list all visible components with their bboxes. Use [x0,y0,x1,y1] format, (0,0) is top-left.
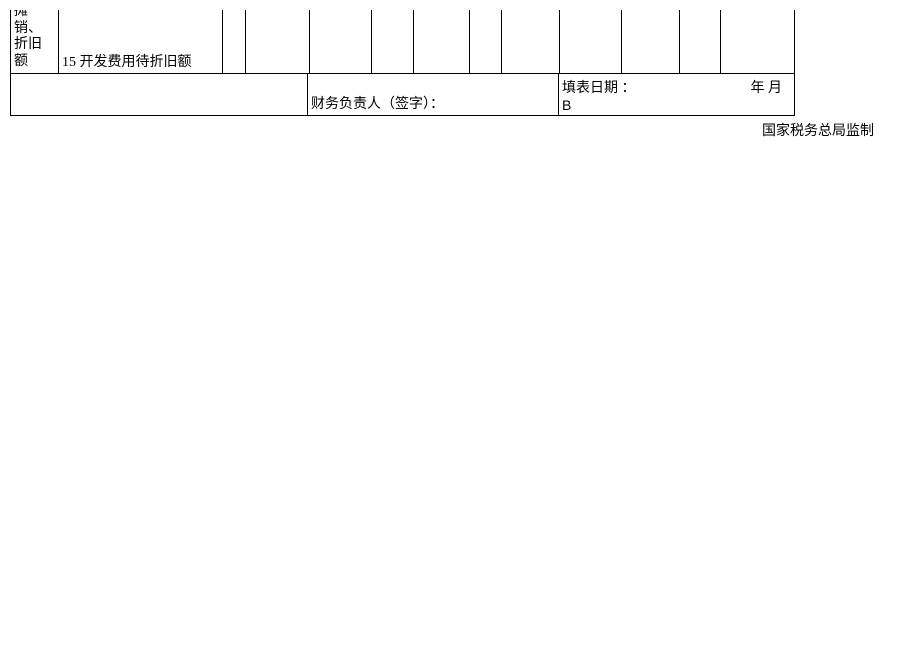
empty-cell [223,10,246,74]
row-category-label: 摊销、折旧额 [14,10,55,71]
signature-label: 财务负责人（签字）： [311,93,444,113]
date-colon: ： [622,81,636,96]
signature-cell: 财务负责人（签字）： [308,74,559,116]
table-row: 财务负责人（签字）： 填表日期 ： 年 月 B [10,74,910,116]
footer-left-cell [11,74,308,116]
row-item-label: 15 开发费用待折旧额 [62,51,192,71]
row-category-cell: 摊销、折旧额 [11,10,59,74]
footer-authority: 国家税务总局监制 [10,116,910,140]
date-label-text: 填表日期 [562,81,618,96]
empty-cell [372,10,414,74]
empty-cell [414,10,470,74]
row-item-cell: 15 开发费用待折旧额 [59,10,223,74]
empty-cell [680,10,721,74]
empty-cell [560,10,622,74]
form-table: 摊销、折旧额 15 开发费用待折旧额 财务负责人（签字）： 填表日期 ： 年 月 [10,10,910,116]
footer-authority-text: 国家税务总局监制 [762,124,874,139]
date-cell: 填表日期 ： 年 月 B [559,74,795,116]
date-letter: B [562,97,571,113]
empty-cell [622,10,680,74]
empty-cell [310,10,372,74]
empty-cell [502,10,560,74]
empty-cell [470,10,502,74]
table-row: 摊销、折旧额 15 开发费用待折旧额 [10,10,910,74]
empty-cell [721,10,795,74]
date-label-line: 填表日期 ： 年 月 [562,77,782,97]
date-suffix: 年 月 [751,81,783,96]
empty-cell [246,10,310,74]
